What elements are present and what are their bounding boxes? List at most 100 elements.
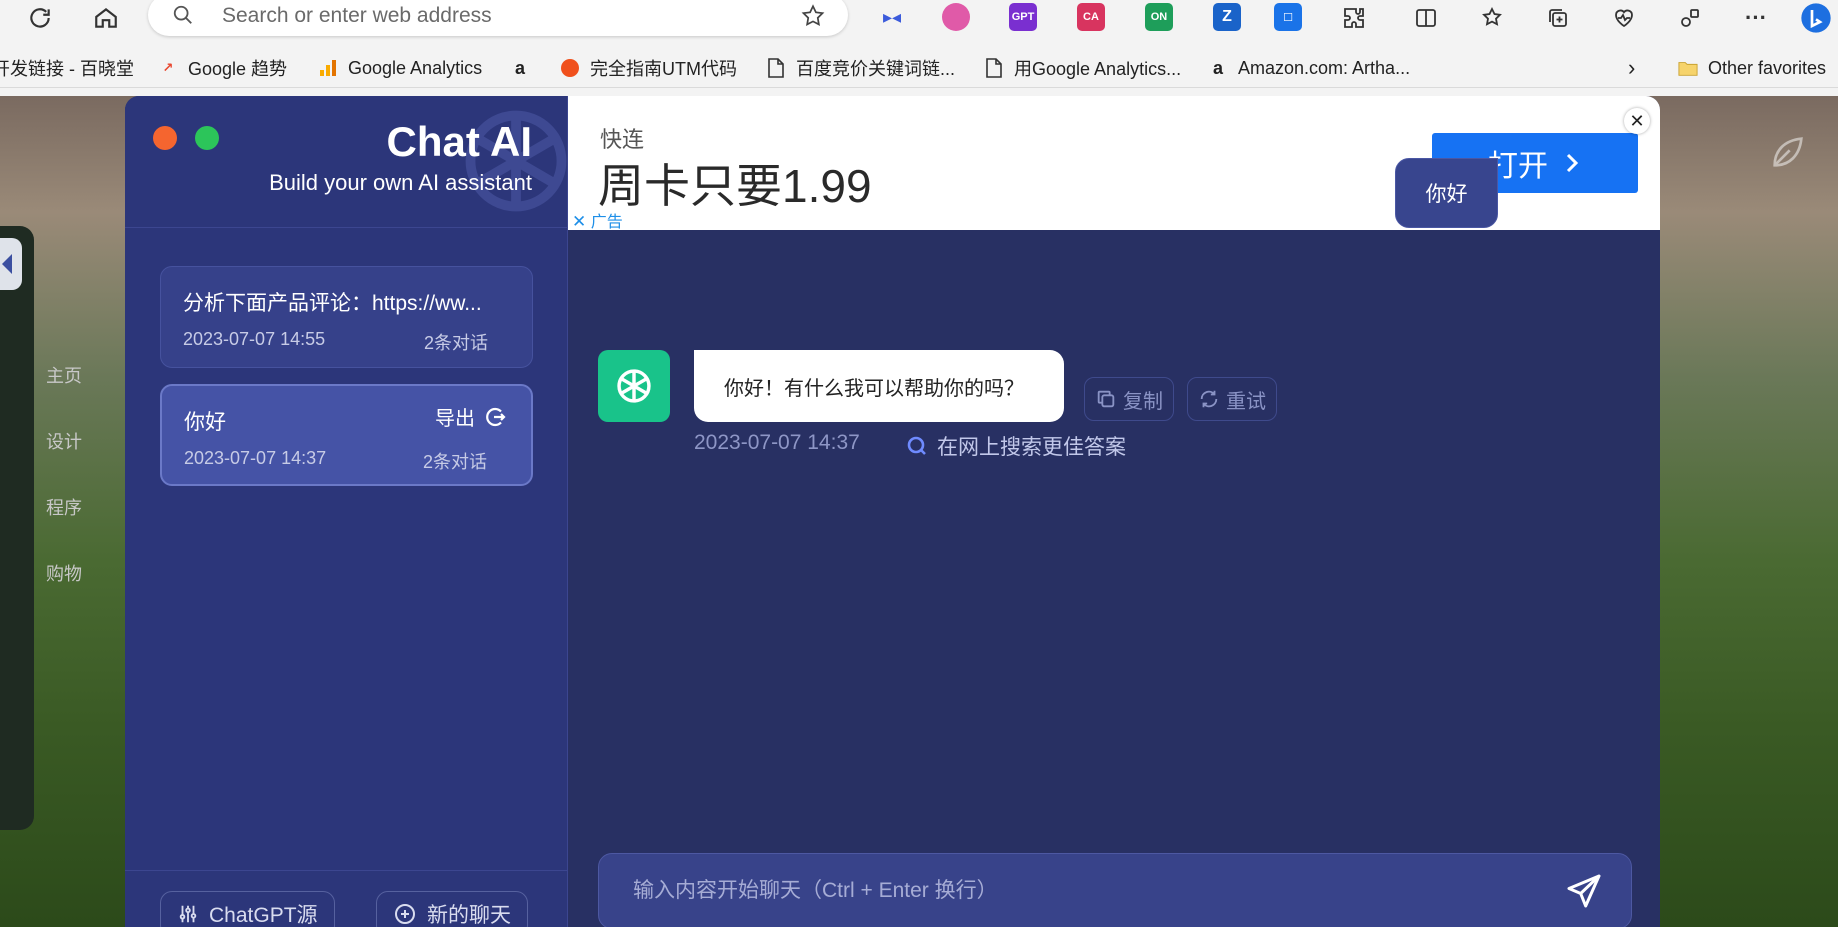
bookmark-item[interactable]: ↗ Google 趋势	[158, 56, 288, 80]
split-screen-icon[interactable]	[1410, 2, 1442, 34]
ad-tag[interactable]: ✕ 广告	[572, 208, 623, 232]
new-chat-label: 新的聊天	[427, 904, 511, 927]
conversation-item[interactable]: 分析下面产品评论：https://ww... 2023-07-07 14:55 …	[160, 266, 533, 368]
chat-extension-icon[interactable]: ☐	[1274, 3, 1302, 31]
export-icon	[486, 407, 506, 426]
bookmark-item[interactable]: a Amazon.com: Artha...	[1208, 56, 1410, 80]
other-favorites[interactable]: Other favorites	[1678, 56, 1826, 80]
app-title: Chat AI	[386, 118, 532, 165]
conversation-title: 你好	[184, 411, 226, 434]
bookmark-label: 开发链接 - 百晓堂	[0, 59, 134, 79]
refresh-icon[interactable]	[24, 2, 56, 34]
search-web-label: 在网上搜索更佳答案	[937, 436, 1126, 459]
copy-button[interactable]: 复制	[1084, 377, 1174, 421]
send-button[interactable]	[1563, 870, 1605, 912]
ad-x-icon: ✕	[572, 212, 587, 231]
window-maximize-dot[interactable]	[195, 126, 219, 150]
conversation-date: 2023-07-07 14:55	[183, 329, 326, 349]
bookmark-label: 完全指南UTM代码	[590, 59, 737, 79]
translate-extension-icon[interactable]: CA	[1077, 3, 1105, 31]
page-icon	[766, 58, 786, 78]
home-icon[interactable]	[90, 2, 122, 34]
bookmark-item[interactable]: 用Google Analytics...	[984, 56, 1181, 80]
trends-icon: ↗	[162, 60, 174, 75]
sidebar-header: Chat AI Build your own AI assistant	[125, 96, 568, 228]
sliders-icon	[179, 905, 197, 923]
conversation-count: 2条对话	[422, 452, 487, 472]
user-message-bubble: 你好	[1395, 158, 1498, 228]
new-chat-button[interactable]: 新的聊天	[376, 891, 528, 927]
games-icon[interactable]	[1674, 2, 1706, 34]
refresh-icon	[1200, 390, 1218, 408]
bookmarks-bar: 开发链接 - 百晓堂 ↗ Google 趋势 Google Analytics …	[0, 48, 1838, 88]
search-web-link[interactable]: 在网上搜索更佳答案	[905, 431, 1126, 461]
address-placeholder: Search or enter web address	[222, 4, 492, 27]
page-icon	[984, 58, 1004, 78]
retry-label: 重试	[1226, 390, 1266, 413]
bookmark-item[interactable]: 开发链接 - 百晓堂	[0, 56, 134, 80]
folder-icon	[1678, 58, 1698, 78]
ad-headline: 周卡只要1.99	[598, 160, 872, 212]
chatgpt-source-button[interactable]: ChatGPT源	[160, 891, 335, 927]
bookmark-label: Google Analytics	[348, 57, 483, 78]
bookmark-item[interactable]: 百度竞价关键词链...	[766, 56, 955, 80]
export-label: 导出	[435, 408, 475, 430]
bookmark-label: 百度竞价关键词链...	[796, 59, 956, 79]
conversation-sidebar: Chat AI Build your own AI assistant 分析下面…	[125, 96, 568, 927]
sidebar-footer: ChatGPT源 新的聊天	[125, 870, 568, 927]
conversation-title: 分析下面产品评论：https://ww...	[183, 292, 482, 315]
health-icon[interactable]	[1608, 2, 1640, 34]
bookmark-item[interactable]: 完全指南UTM代码	[560, 56, 737, 80]
openai-logo-icon	[617, 369, 651, 403]
dot-extension-icon[interactable]: ▸◂	[878, 3, 906, 31]
address-bar[interactable]: Search or enter web address	[148, 0, 848, 36]
search-icon	[907, 436, 926, 455]
leaf-icon	[1773, 137, 1803, 167]
background-nav-design[interactable]: 设计	[46, 428, 82, 454]
conversation-item-active[interactable]: 你好 导出 2023-07-07 14:37 2条对话	[160, 384, 533, 486]
bookmarks-overflow-chevron-icon[interactable]: ›	[1628, 55, 1635, 80]
extensions-puzzle-icon[interactable]	[1338, 2, 1370, 34]
chatgpt-source-label: ChatGPT源	[209, 904, 318, 927]
app-subtitle: Build your own AI assistant	[269, 170, 532, 195]
chat-input-box	[598, 853, 1632, 927]
utm-icon	[560, 58, 580, 78]
background-nav-shopping[interactable]: 购物	[46, 560, 82, 586]
copy-label: 复制	[1123, 390, 1163, 413]
plus-circle-icon	[395, 904, 415, 924]
ad-close-button[interactable]: ✕	[1624, 108, 1650, 134]
chevron-right-icon	[1566, 153, 1579, 173]
conversation-count: 2条对话	[423, 333, 488, 353]
search-icon	[173, 5, 192, 24]
bot-avatar	[598, 350, 670, 422]
amazon-icon: a	[514, 57, 525, 78]
favorites-icon[interactable]	[1476, 2, 1508, 34]
collapse-tab-icon[interactable]	[0, 238, 22, 290]
background-nav-program[interactable]: 程序	[46, 494, 82, 520]
background-sidebar	[0, 226, 34, 830]
bookmark-item[interactable]: Google Analytics	[318, 56, 482, 80]
ad-tag-label: 广告	[590, 214, 623, 231]
brain-extension-icon[interactable]	[942, 3, 970, 31]
amazon-icon: a	[1212, 57, 1223, 78]
chatgpt-extension-icon[interactable]: GPT	[1009, 3, 1037, 31]
bookmark-label: Google 趋势	[188, 59, 288, 79]
chat-input[interactable]	[633, 872, 1513, 910]
export-button[interactable]: 导出	[435, 402, 507, 431]
bing-copilot-icon[interactable]	[1800, 2, 1832, 34]
copy-icon	[1097, 390, 1115, 408]
analytics-icon	[318, 58, 338, 78]
background-nav-home[interactable]: 主页	[46, 362, 82, 388]
z-extension-icon[interactable]: Z	[1213, 3, 1241, 31]
on-extension-icon[interactable]: ON	[1145, 3, 1173, 31]
more-menu-icon[interactable]: ···	[1740, 2, 1772, 34]
other-favorites-label: Other favorites	[1708, 57, 1827, 78]
message-timestamp: 2023-07-07 14:37	[694, 431, 860, 454]
window-close-dot[interactable]	[153, 126, 177, 150]
retry-button[interactable]: 重试	[1187, 377, 1277, 421]
browser-toolbar: Search or enter web address ▸◂ GPT CA ON…	[0, 0, 1838, 36]
bookmark-item[interactable]: a	[510, 56, 530, 80]
collections-icon[interactable]	[1542, 2, 1574, 34]
favorite-star-icon[interactable]	[800, 3, 826, 29]
send-icon	[1567, 874, 1601, 908]
